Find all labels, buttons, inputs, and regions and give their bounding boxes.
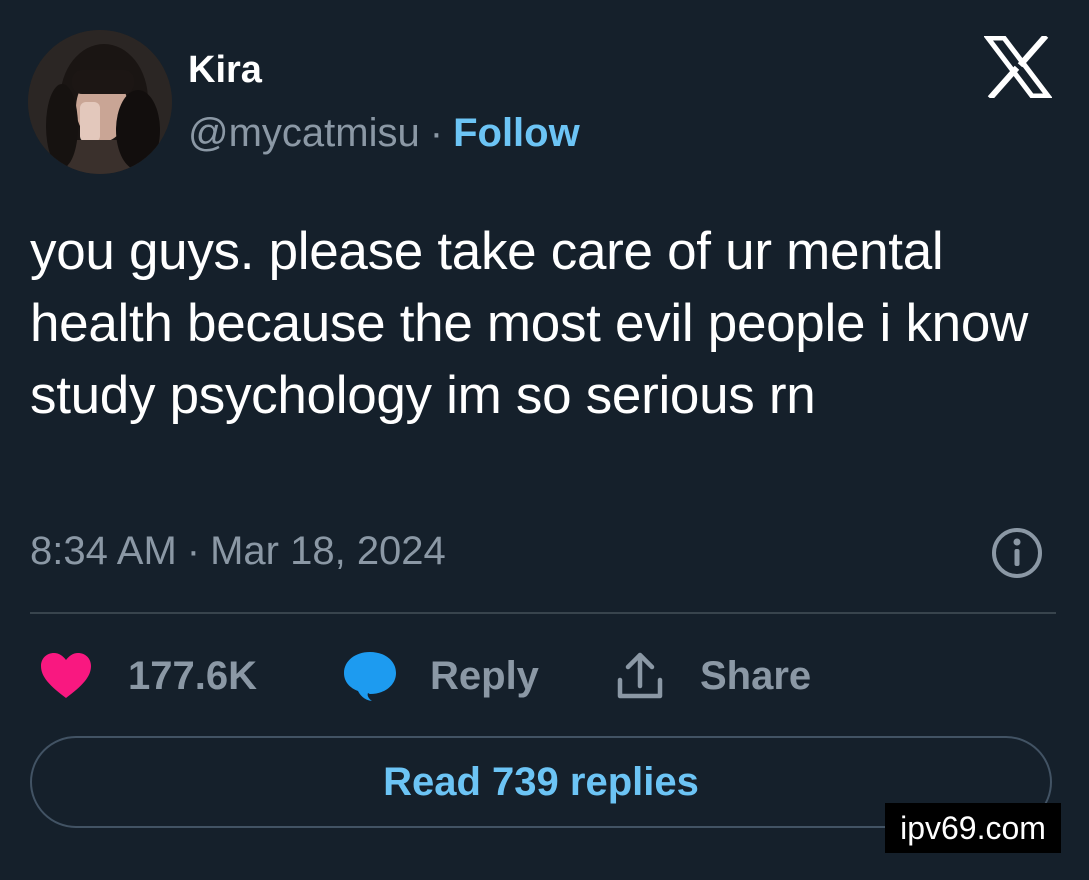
follow-button[interactable]: Follow [453,111,580,155]
like-button[interactable]: 177.6K [40,648,257,704]
tweet-time: 8:34 AM [30,529,177,573]
info-icon[interactable] [990,526,1044,580]
avatar[interactable] [28,30,172,174]
reply-button[interactable]: Reply [342,648,539,704]
timestamp[interactable]: 8:34 AM · Mar 18, 2024 [30,526,446,576]
speech-bubble-icon [344,652,396,701]
user-handle[interactable]: @mycatmisu [188,111,420,155]
share-button[interactable]: Share [614,648,811,704]
heart-icon [41,653,91,698]
handle-separator: · [429,111,444,155]
tweet-text: you guys. please take care of ur mental … [30,222,1028,425]
tweet-date: Mar 18, 2024 [210,529,446,573]
handle-row: @mycatmisu · Follow [188,110,580,156]
tweet-card: Kira @mycatmisu · Follow you guys. please … [0,0,1089,880]
like-count: 177.6K [128,654,257,698]
reply-label: Reply [430,654,539,698]
share-upload-icon [617,652,663,699]
display-name[interactable]: Kira [188,48,262,92]
divider [30,612,1056,614]
share-label: Share [700,654,812,698]
timestamp-separator: · [186,529,201,573]
avatar-photo [28,30,172,174]
x-logo-icon[interactable] [984,36,1052,98]
watermark: ipv69.com [885,803,1061,853]
